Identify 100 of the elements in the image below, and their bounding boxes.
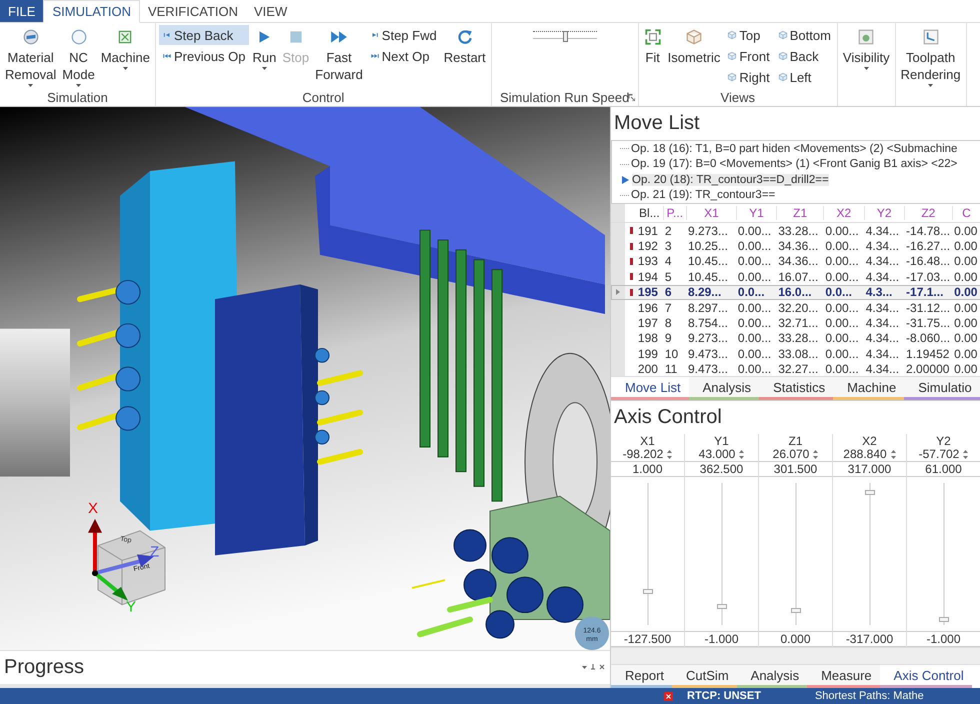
ribbon-button[interactable]: Left xyxy=(774,67,834,87)
axis-value-field[interactable]: 43.000 xyxy=(685,448,758,461)
table-cell-text: 193 xyxy=(636,254,659,268)
ribbon-button[interactable]: Fit xyxy=(642,25,664,67)
table-cell-text: 0.00... xyxy=(824,239,860,254)
slider-thumb[interactable] xyxy=(864,490,874,495)
ribbon-button[interactable]: Material Removal xyxy=(3,25,58,88)
panel-tab[interactable]: Statistics xyxy=(759,377,834,400)
axis-value-field[interactable]: 26.070 xyxy=(759,448,832,461)
launcher-icon[interactable] xyxy=(628,94,635,101)
table-cell-text: 8 xyxy=(664,316,673,330)
ribbon-button[interactable]: Step Fwd xyxy=(366,25,440,45)
axis-label: X xyxy=(88,501,98,517)
table-cell-text: 4.34... xyxy=(864,300,900,315)
axis-value-field[interactable]: -98.202 xyxy=(611,448,684,461)
column-header[interactable]: X2 xyxy=(824,206,865,220)
slider-thumb[interactable] xyxy=(562,31,568,42)
axis-max-value: 61.000 xyxy=(907,461,980,477)
table-cell-text: 4.34... xyxy=(864,224,900,238)
ribbon-tab[interactable]: VERIFICATION xyxy=(140,0,246,22)
panel-tab[interactable]: Measure xyxy=(807,665,880,688)
table-cell-text: 33.28... xyxy=(777,224,820,238)
ribbon-button[interactable]: Previous Op xyxy=(158,46,249,66)
row-selector[interactable] xyxy=(611,269,626,285)
column-header[interactable]: Z2 xyxy=(904,206,953,220)
operation-item[interactable]: Op. 21 (19): TR_contour3== xyxy=(620,188,980,203)
speed-slider[interactable] xyxy=(532,31,597,39)
slider-thumb[interactable] xyxy=(642,588,652,594)
ribbon-button[interactable]: Top xyxy=(724,25,773,45)
slider-thumb[interactable] xyxy=(716,604,726,609)
spinner-icon[interactable] xyxy=(890,450,896,459)
table-cell-text: 4.34... xyxy=(864,346,900,361)
ribbon-button[interactable]: Next Op xyxy=(366,46,440,66)
panel-tab[interactable]: Analysis xyxy=(688,377,760,400)
ribbon-button[interactable]: Bottom xyxy=(774,25,834,45)
axis-value-field[interactable]: 288.840 xyxy=(833,448,906,461)
row-selector[interactable] xyxy=(611,284,626,300)
spinner-icon[interactable] xyxy=(667,450,672,459)
ribbon-button[interactable]: Isometric xyxy=(666,25,722,67)
panel-tab[interactable]: Machine xyxy=(833,377,904,400)
column-header[interactable]: Y1 xyxy=(736,206,778,220)
ribbon-tab[interactable]: SIMULATION xyxy=(43,0,140,23)
cube-icon xyxy=(778,72,788,82)
spinner-icon[interactable] xyxy=(739,450,744,459)
axis-label: Y xyxy=(126,600,136,616)
column-header[interactable]: Bl... xyxy=(636,206,664,220)
table-cell-text: 4.3... xyxy=(864,285,894,300)
table-cell-text: 0.00... xyxy=(824,362,860,376)
cube-icon xyxy=(727,30,738,40)
table-cell-text: 4.34... xyxy=(864,362,900,376)
panel-tab[interactable]: Report xyxy=(611,665,672,688)
column-header[interactable]: X1 xyxy=(687,206,737,220)
ribbon-button[interactable]: Fast Forward xyxy=(313,25,365,84)
table-cell-text: 11 xyxy=(664,362,678,376)
ribbon-tab[interactable]: FILE xyxy=(0,0,44,22)
ribbon-button[interactable]: NC Mode xyxy=(60,25,97,88)
ribbon-button[interactable]: Run xyxy=(250,25,278,71)
ribbon-button[interactable]: Toolpath Rendering xyxy=(898,25,963,88)
column-header[interactable]: C xyxy=(952,206,980,220)
table-cell-text: 198 xyxy=(636,331,659,346)
table-cell-text: 194 xyxy=(636,270,659,284)
panel-tab[interactable]: Analysis xyxy=(736,665,808,688)
operation-item[interactable]: Op. 20 (18): TR_contour3==D_drill2== xyxy=(620,172,980,188)
panel-controls-icon[interactable] xyxy=(582,664,606,671)
table-cell-text: 0.00 xyxy=(953,331,978,346)
column-header[interactable]: Z1 xyxy=(777,206,824,220)
table-cell-text: 0.00... xyxy=(736,331,772,346)
table-cell-text: 6 xyxy=(664,285,673,300)
spinner-icon[interactable] xyxy=(963,450,968,459)
slider-thumb[interactable] xyxy=(938,617,948,622)
row-selector[interactable] xyxy=(611,300,626,316)
ribbon-button[interactable]: Step Back xyxy=(158,25,249,45)
ribbon-button[interactable]: Restart xyxy=(442,25,488,67)
row-selector[interactable] xyxy=(611,223,626,238)
ribbon-button[interactable]: Machine xyxy=(98,25,152,71)
horizontal-scrollbar[interactable] xyxy=(611,647,980,664)
axis-label: Z xyxy=(150,544,160,560)
ribbon-tab[interactable]: VIEW xyxy=(246,0,296,22)
ribbon-button[interactable]: Front xyxy=(724,46,773,66)
axis-value-field[interactable]: -57.702 xyxy=(907,448,980,461)
panel-tab[interactable]: CutSim xyxy=(672,665,737,688)
spinner-icon[interactable] xyxy=(813,450,818,459)
ribbon-button[interactable]: Visibility xyxy=(840,25,892,71)
column-header[interactable]: P... xyxy=(664,206,688,220)
row-pointer-icon xyxy=(616,289,620,296)
table-cell-text: 0.00... xyxy=(736,300,772,315)
ribbon-button[interactable]: Right xyxy=(724,67,773,87)
expand-icon xyxy=(644,28,662,46)
error-icon[interactable] xyxy=(664,692,673,700)
table-cell-text: 9.473... xyxy=(686,346,729,361)
row-selector[interactable] xyxy=(611,362,626,376)
column-header: X2 xyxy=(861,434,878,448)
table-cell-text: 2.00000 xyxy=(905,362,950,376)
operation-item[interactable]: Op. 19 (17): B=0 <Movements> (1) <Front Ganig B1 axis> <22> xyxy=(620,156,980,172)
ribbon-button[interactable]: Back xyxy=(774,46,834,66)
column-header[interactable]: Y2 xyxy=(864,206,905,220)
operation-item[interactable]: Op. 18 (16): T1, B=0 part hiden <Movements> (2) <Submachine xyxy=(620,141,980,156)
table-cell-text: 0.00... xyxy=(736,270,772,284)
panel-tab[interactable]: Simulatio xyxy=(904,377,980,400)
slider-thumb[interactable] xyxy=(790,608,800,613)
